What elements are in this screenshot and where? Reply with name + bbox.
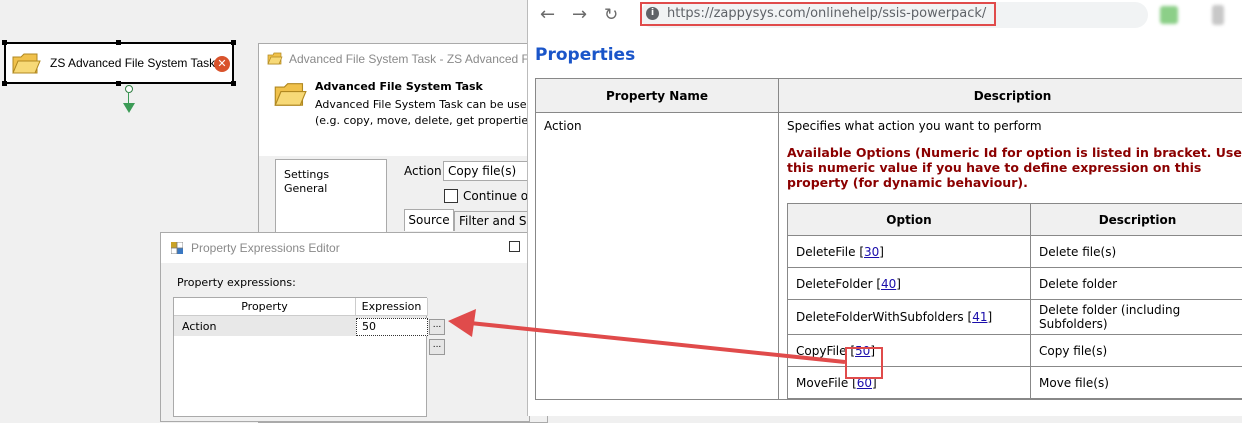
expression-builder-button[interactable]: ...: [429, 339, 445, 355]
continue-checkbox[interactable]: [444, 189, 458, 203]
property-description: Specifies what action you want to perfor…: [787, 119, 1242, 133]
option-name: DeleteFolder: [796, 277, 873, 291]
option-description: Delete file(s): [1031, 236, 1242, 268]
row-property-name: Action: [182, 320, 216, 333]
resize-handle[interactable]: [2, 40, 7, 45]
table-row: DeleteFile [30] Delete file(s): [788, 236, 1242, 268]
option-name: MoveFile: [796, 376, 848, 390]
column-header-property: Property: [174, 298, 356, 316]
continue-label: Continue or: [463, 189, 533, 203]
option-description: Move file(s): [1031, 367, 1242, 399]
option-name: DeleteFolderWithSubfolders: [796, 310, 964, 324]
option-description: Delete folder (including Subfolders): [1031, 300, 1242, 335]
resize-handle[interactable]: [2, 81, 7, 86]
table-row: DeleteFolderWithSubfolders [41] Delete f…: [788, 300, 1242, 335]
column-header-property-name: Property Name: [536, 79, 779, 113]
nav-item-general[interactable]: General: [284, 182, 327, 195]
option-cell: DeleteFolder [40]: [788, 268, 1031, 300]
table-row: Action Specifies what action you want to…: [536, 113, 1242, 400]
nav-item-settings[interactable]: Settings: [284, 168, 329, 181]
resize-handle[interactable]: [116, 81, 121, 86]
resize-handle[interactable]: [231, 40, 236, 45]
tab-filter-and-sort[interactable]: Filter and Sor: [454, 211, 534, 231]
property-name-cell: Action: [536, 113, 779, 400]
option-description: Copy file(s): [1031, 335, 1242, 367]
option-code-link[interactable]: 41: [972, 310, 987, 324]
dialog-titlebar[interactable]: Advanced File System Task - ZS Advanced …: [259, 44, 547, 74]
option-cell: CopyFile [50]: [788, 335, 1031, 367]
maximize-icon[interactable]: [509, 241, 520, 252]
browser-window: ← → ↻ i https://zappysys.com/onlinehelp/…: [527, 0, 1242, 416]
browser-toolbar: ← → ↻ i https://zappysys.com/onlinehelp/…: [528, 0, 1242, 30]
column-header-description: Description: [779, 79, 1242, 113]
option-code-link[interactable]: 40: [881, 277, 896, 291]
column-header-expression: Expression: [356, 298, 428, 316]
action-select[interactable]: Copy file(s): [443, 161, 533, 181]
option-name: CopyFile: [796, 344, 847, 358]
back-arrow-icon[interactable]: ←: [540, 4, 555, 25]
expressions-grid[interactable]: Property Expression Action 50: [173, 297, 427, 417]
option-description: Delete folder: [1031, 268, 1242, 300]
row-expression-value[interactable]: 50: [356, 318, 428, 336]
dialog-titlebar[interactable]: Property Expressions Editor: [161, 233, 529, 263]
header-description: (e.g. copy, move, delete, get properties…: [315, 114, 538, 127]
property-expressions-editor-dialog: Property Expressions Editor Property exp…: [160, 232, 530, 422]
resize-handle[interactable]: [231, 81, 236, 86]
option-cell: DeleteFile [30]: [788, 236, 1031, 268]
expression-builder-button[interactable]: ...: [429, 319, 445, 335]
error-icon: ✕: [214, 56, 230, 72]
property-expressions-label: Property expressions:: [177, 276, 296, 289]
folder-icon: [267, 51, 283, 67]
column-header-option-description: Description: [1031, 204, 1242, 236]
options-note: Available Options (Numeric Id for option…: [787, 145, 1242, 190]
connector-port[interactable]: [125, 85, 133, 93]
option-cell: DeleteFolderWithSubfolders [41]: [788, 300, 1031, 335]
menu-icon[interactable]: [1212, 5, 1224, 25]
tab-source[interactable]: Source: [404, 209, 454, 231]
reload-icon[interactable]: ↻: [604, 5, 618, 25]
folder-icon: [11, 51, 41, 77]
arrow-down-icon: [123, 103, 135, 113]
option-cell: MoveFile [60]: [788, 367, 1031, 399]
extension-icon[interactable]: [1160, 6, 1178, 24]
folder-icon: [273, 78, 307, 112]
table-row: DeleteFolder [40] Delete folder: [788, 268, 1242, 300]
url-highlight-box: [640, 2, 996, 26]
option-name: DeleteFile: [796, 245, 856, 259]
column-header-option: Option: [788, 204, 1031, 236]
code-highlight-box: [845, 347, 883, 379]
task-component[interactable]: ZS Advanced File System Task ✕: [4, 42, 234, 84]
page-title: Properties: [535, 45, 635, 65]
expression-editor-icon: [171, 242, 183, 254]
header-description: Advanced File System Task can be used f: [315, 98, 541, 111]
properties-table: Property Name Description Action Specifi…: [535, 78, 1242, 400]
resize-handle[interactable]: [116, 40, 121, 45]
header-title: Advanced File System Task: [315, 80, 483, 93]
option-code-link[interactable]: 30: [864, 245, 879, 259]
forward-arrow-icon[interactable]: →: [572, 4, 587, 25]
task-title: ZS Advanced File System Task: [50, 56, 215, 70]
dialog-title: Property Expressions Editor: [191, 241, 340, 255]
dialog-title: Advanced File System Task - ZS Advanced …: [289, 52, 541, 66]
dialog-header: Advanced File System Task Advanced File …: [259, 74, 547, 156]
action-label: Action: [404, 164, 442, 178]
